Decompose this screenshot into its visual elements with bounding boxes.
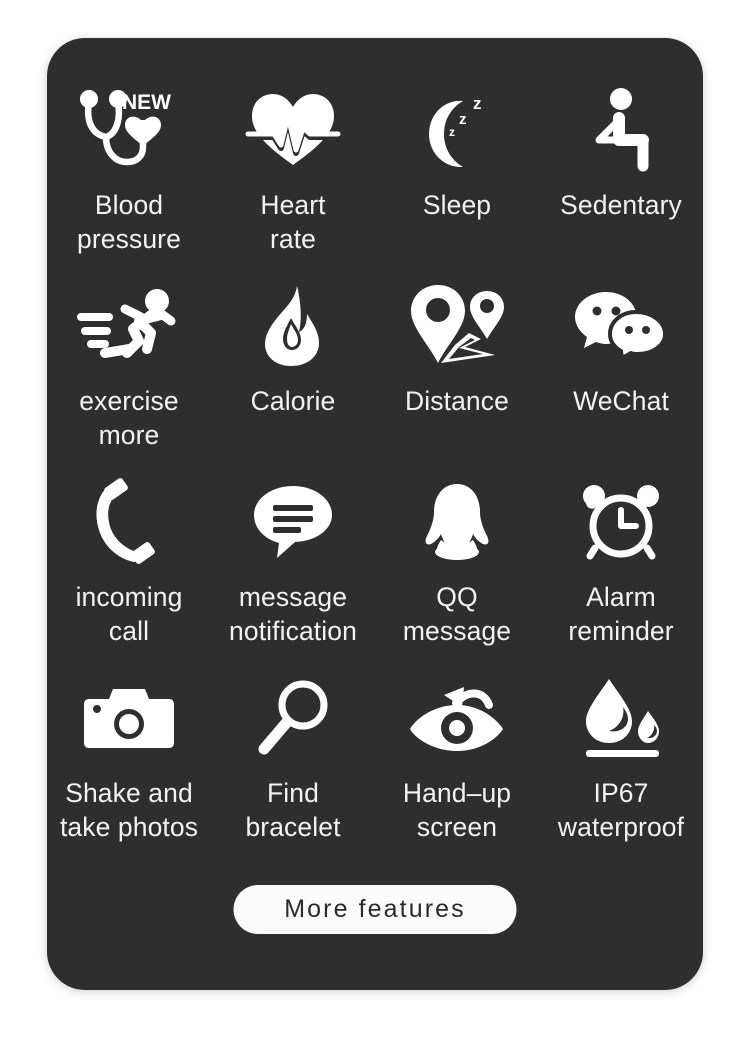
feature-label: message notification <box>229 582 357 646</box>
heart-ecg-icon <box>233 82 353 178</box>
feature-item-heart-rate[interactable]: Heart rate <box>211 78 375 274</box>
feature-item-exercise-more[interactable]: exercise more <box>47 274 211 470</box>
running-person-icon <box>69 278 189 374</box>
feature-label: incoming call <box>75 582 183 646</box>
feature-grid: NEW Blood pressure Heart rate z z z Slee… <box>47 78 703 862</box>
feature-label: Alarm reminder <box>568 582 674 646</box>
feature-item-incoming-call[interactable]: incoming call <box>47 470 211 666</box>
feature-item-sleep[interactable]: z z z Sleep <box>375 78 539 274</box>
page-root: NEW Blood pressure Heart rate z z z Slee… <box>0 0 750 1062</box>
feature-label: exercise more <box>79 386 179 450</box>
svg-text:z: z <box>459 111 467 128</box>
feature-label: Sleep <box>422 190 492 220</box>
feature-item-blood-pressure[interactable]: NEW Blood pressure <box>47 78 211 274</box>
alarm-clock-icon <box>561 474 681 570</box>
feature-label: Sedentary <box>560 190 682 220</box>
camera-icon <box>69 670 189 766</box>
feature-label: IP67 waterproof <box>557 778 685 842</box>
feature-label: Calorie <box>250 386 336 416</box>
feature-item-distance[interactable]: Distance <box>375 274 539 470</box>
feature-item-message-notification[interactable]: message notification <box>211 470 375 666</box>
feature-item-hand-up-screen[interactable]: Hand–up screen <box>375 666 539 862</box>
water-drops-icon <box>561 670 681 766</box>
magnifier-icon <box>233 670 353 766</box>
feature-label: Hand–up screen <box>402 778 512 842</box>
seated-person-icon <box>561 82 681 178</box>
stethoscope-heart-icon: NEW <box>69 82 189 178</box>
feature-label: Heart rate <box>260 190 326 254</box>
feature-item-qq-message[interactable]: QQ message <box>375 470 539 666</box>
feature-card: NEW Blood pressure Heart rate z z z Slee… <box>47 38 703 990</box>
feature-label: Blood pressure <box>77 190 181 254</box>
message-bubble-icon <box>233 474 353 570</box>
feature-item-ip67-waterproof[interactable]: IP67 waterproof <box>539 666 703 862</box>
feature-item-calorie[interactable]: Calorie <box>211 274 375 470</box>
new-badge-text: NEW <box>122 91 171 114</box>
feature-item-wechat[interactable]: WeChat <box>539 274 703 470</box>
map-pins-route-icon <box>397 278 517 374</box>
svg-text:z: z <box>449 125 455 139</box>
feature-label: QQ message <box>402 582 512 646</box>
crescent-moon-zzz-icon: z z z <box>397 82 517 178</box>
more-features-button[interactable]: More features <box>233 885 517 934</box>
feature-label: Find bracelet <box>245 778 341 842</box>
phone-handset-icon <box>69 474 189 570</box>
flame-icon <box>233 278 353 374</box>
feature-item-shake-take-photos[interactable]: Shake and take photos <box>47 666 211 862</box>
feature-item-find-bracelet[interactable]: Find bracelet <box>211 666 375 862</box>
wechat-bubbles-icon <box>561 278 681 374</box>
feature-label: Shake and take photos <box>59 778 199 842</box>
eye-raise-arrow-icon <box>397 670 517 766</box>
qq-penguin-icon <box>397 474 517 570</box>
feature-item-alarm-reminder[interactable]: Alarm reminder <box>539 470 703 666</box>
feature-label: WeChat <box>573 386 669 416</box>
svg-text:z: z <box>473 94 482 113</box>
feature-label: Distance <box>405 386 509 416</box>
feature-item-sedentary[interactable]: Sedentary <box>539 78 703 274</box>
